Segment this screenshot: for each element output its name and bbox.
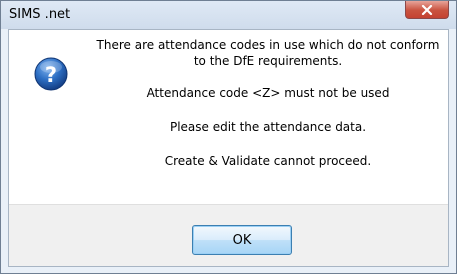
message-line-5: Create & Validate cannot proceed.: [164, 154, 372, 168]
svg-text:?: ?: [45, 63, 57, 87]
dialog-client-area: ? There are attendance codes in use whic…: [8, 29, 449, 267]
window-title: SIMS .net: [9, 7, 71, 22]
dialog-window: SIMS .net ? There are attendance codes i…: [0, 0, 457, 274]
close-icon: [421, 4, 433, 15]
button-bar: OK: [9, 204, 448, 266]
message-area: ? There are attendance codes in use whic…: [9, 30, 448, 204]
title-bar[interactable]: SIMS .net: [1, 1, 456, 29]
ok-button[interactable]: OK: [192, 225, 292, 255]
close-button[interactable]: [405, 1, 449, 19]
question-icon: ?: [34, 57, 68, 91]
message-line-3: Attendance code <Z> must not be used: [146, 86, 390, 100]
message-line-2: to the DfE requirements.: [193, 54, 343, 68]
message-line-1: There are attendance codes in use which …: [96, 38, 440, 52]
message-line-4: Please edit the attendance data.: [169, 120, 367, 134]
